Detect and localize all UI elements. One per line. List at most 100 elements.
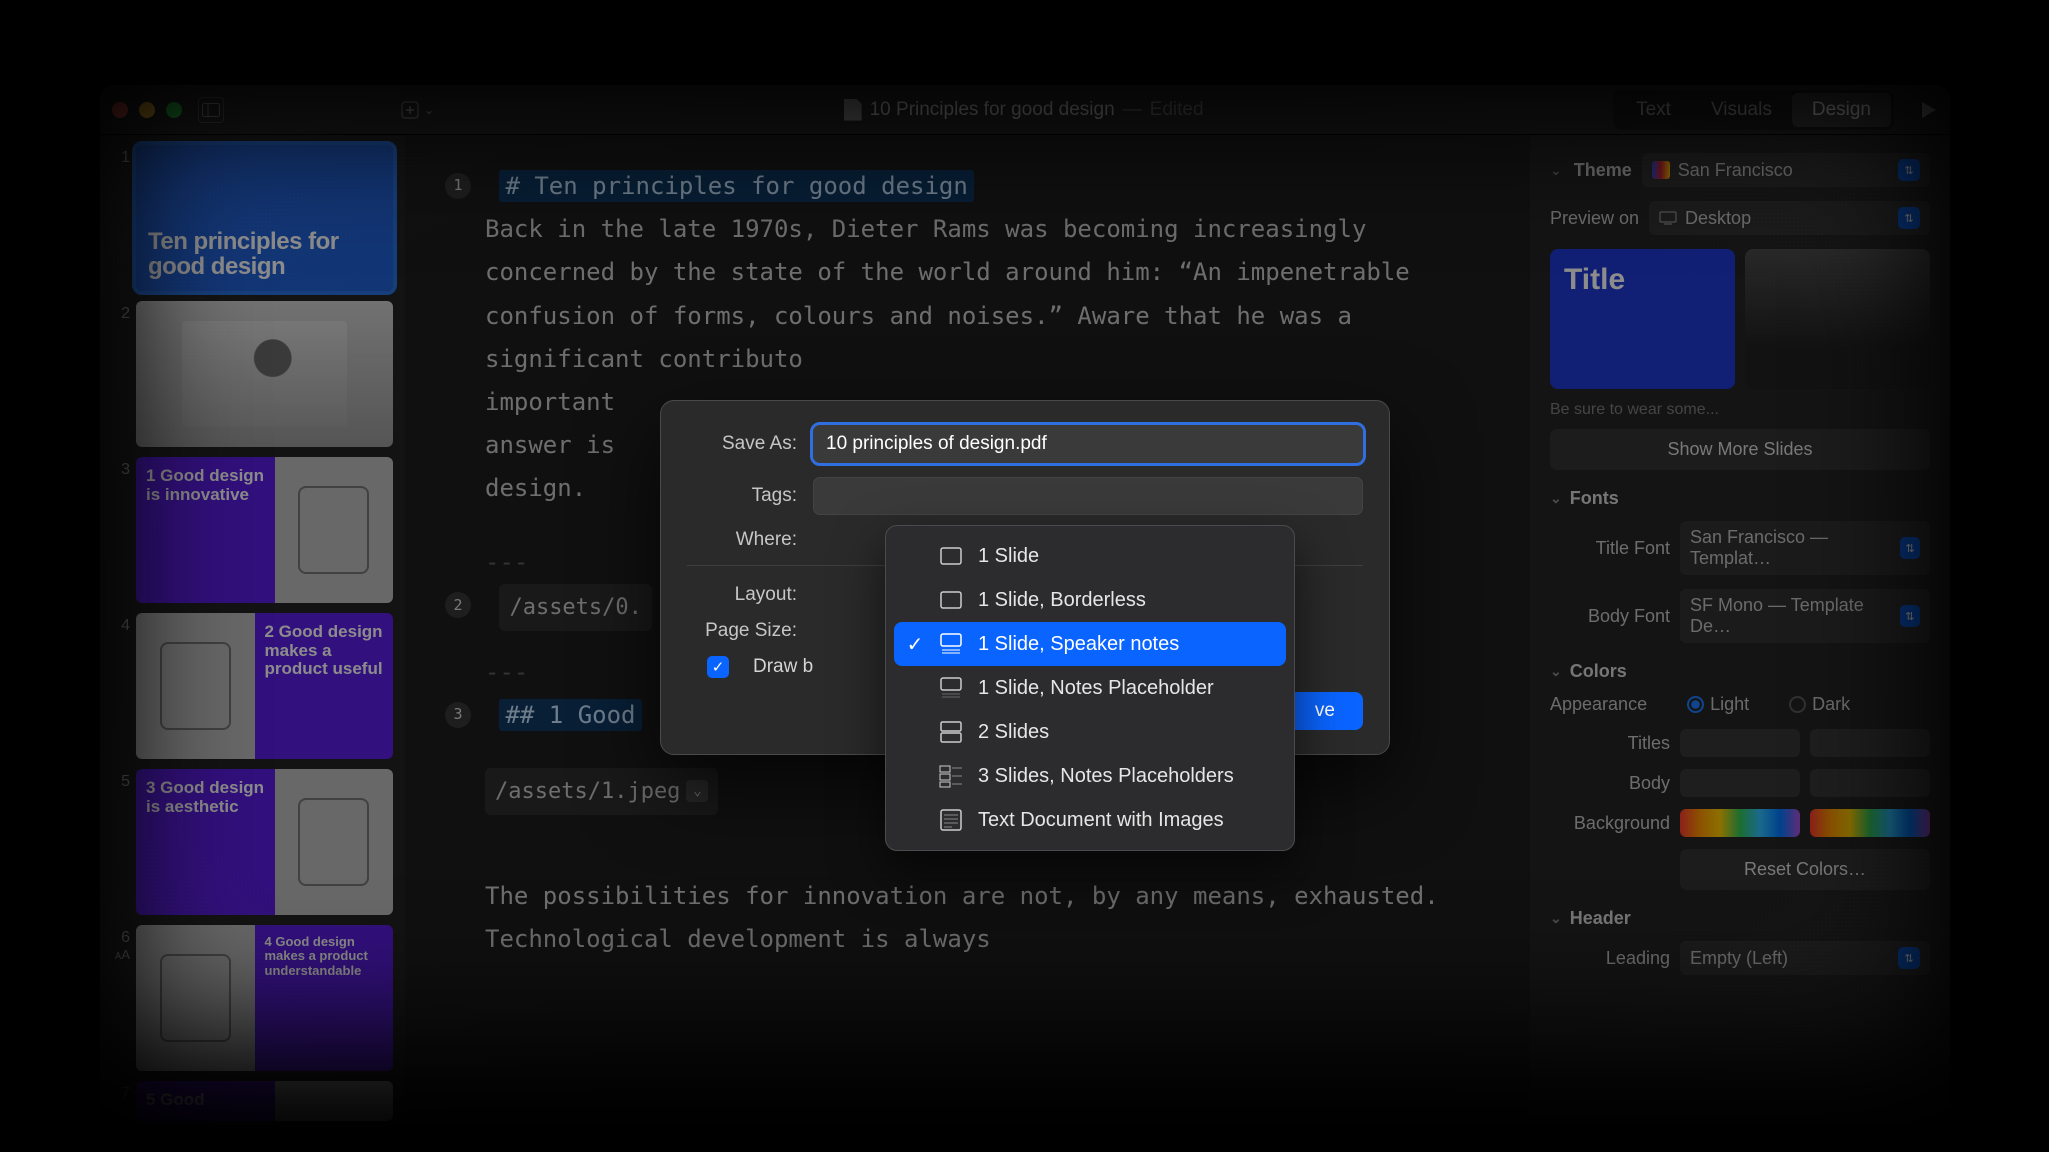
disclosure-icon[interactable]: ⌄: [1550, 490, 1562, 507]
add-slide-button[interactable]: ⌄: [400, 100, 434, 120]
document-title[interactable]: 10 Principles for good design — Edited: [434, 99, 1613, 121]
layout-option[interactable]: Text Document with Images: [894, 798, 1286, 842]
thumb-number: 7: [112, 1081, 130, 1103]
slide-thumbnails: 1 Ten principles for good design 2 3 1 G…: [100, 135, 405, 1125]
thumb-number: 3: [112, 457, 130, 479]
slide-badge: 2: [445, 592, 471, 618]
play-button[interactable]: [1918, 100, 1938, 120]
asset-path: /assets/1.jpeg: [495, 772, 680, 812]
background-color-label: Background: [1550, 813, 1670, 834]
draw-border-checkbox[interactable]: ✓: [707, 656, 729, 678]
show-more-slides-button[interactable]: Show More Slides: [1550, 429, 1930, 470]
layout-label: Layout:: [687, 584, 797, 606]
layout-option-label: 1 Slide, Borderless: [978, 589, 1146, 612]
fonts-section: Fonts: [1570, 488, 1619, 509]
light-label: Light: [1710, 694, 1749, 714]
background-color-swatch-2[interactable]: [1810, 809, 1930, 837]
tab-design[interactable]: Design: [1792, 93, 1891, 127]
preview-hint: Be sure to wear some...: [1550, 401, 1930, 419]
disclosure-icon[interactable]: ⌄: [1550, 663, 1562, 680]
thumb-5[interactable]: 5 3 Good design is aesthetic: [112, 769, 393, 915]
layout-option[interactable]: ✓1 Slide, Speaker notes: [894, 622, 1286, 666]
tab-visuals[interactable]: Visuals: [1691, 93, 1792, 127]
layout-option[interactable]: 3 Slides, Notes Placeholders: [894, 754, 1286, 798]
tab-text[interactable]: Text: [1616, 93, 1691, 127]
save-button[interactable]: ve: [1287, 692, 1363, 730]
draw-border-label: Draw b: [753, 656, 813, 678]
preview-on-label: Preview on: [1550, 208, 1639, 229]
window-controls[interactable]: [112, 102, 182, 118]
minimize-icon[interactable]: [139, 102, 155, 118]
preview-card-image[interactable]: [1745, 249, 1930, 389]
where-label: Where:: [687, 529, 797, 551]
thumb-title: 1 Good design is innovative: [136, 457, 275, 603]
preview-on-select[interactable]: Desktop ⇅: [1649, 201, 1930, 235]
disclosure-icon[interactable]: ⌄: [1550, 910, 1562, 927]
theme-select[interactable]: San Francisco ⇅: [1642, 153, 1930, 187]
edited-indicator: Edited: [1150, 99, 1204, 121]
layout-option-label: 1 Slide, Speaker notes: [978, 633, 1179, 656]
filename-input[interactable]: [813, 425, 1363, 463]
asset-chip[interactable]: /assets/0.: [499, 584, 651, 632]
disclosure-icon[interactable]: ⌄: [1550, 162, 1562, 179]
layout-option[interactable]: 1 Slide: [894, 534, 1286, 578]
thumb-4[interactable]: 4 2 Good design makes a product useful: [112, 613, 393, 759]
titlebar: ⌄ 10 Principles for good design — Edited…: [100, 85, 1950, 135]
titles-color-swatch[interactable]: [1680, 729, 1800, 757]
thumb-2[interactable]: 2: [112, 301, 393, 447]
leading-value: Empty (Left): [1690, 948, 1788, 969]
background-color-swatch[interactable]: [1680, 809, 1800, 837]
titles-color-swatch-2[interactable]: [1810, 729, 1930, 757]
thumb-6[interactable]: 6ᴀA 4 Good design makes a product unders…: [112, 925, 393, 1071]
close-icon[interactable]: [112, 102, 128, 118]
preview-card-title[interactable]: Title: [1550, 249, 1735, 389]
layout-option[interactable]: 2 Slides: [894, 710, 1286, 754]
layout-option[interactable]: 1 Slide, Notes Placeholder: [894, 666, 1286, 710]
tags-label: Tags:: [687, 485, 797, 507]
thumb-1[interactable]: 1 Ten principles for good design: [112, 145, 393, 291]
theme-value: San Francisco: [1678, 160, 1793, 181]
asset-path: /assets/0.: [509, 588, 641, 628]
updown-icon: ⇅: [1900, 537, 1920, 559]
layout-option-label: 1 Slide: [978, 545, 1039, 568]
title-sep: —: [1123, 99, 1142, 121]
colors-section: Colors: [1570, 661, 1627, 682]
chevron-down-icon[interactable]: ⌄: [686, 780, 708, 802]
sidebar-toggle-icon[interactable]: [198, 97, 224, 123]
title-font-value: San Francisco — Templat…: [1690, 527, 1892, 569]
title-font-label: Title Font: [1550, 538, 1670, 559]
title-font-select[interactable]: San Francisco — Templat… ⇅: [1680, 521, 1930, 575]
heading-2: ## 1 Good: [499, 699, 641, 731]
header-section: Header: [1570, 908, 1631, 929]
body-font-select[interactable]: SF Mono — Template De…⇅: [1680, 589, 1930, 643]
radio-light[interactable]: [1687, 696, 1704, 713]
layout-icon: [938, 631, 964, 657]
layout-option[interactable]: 1 Slide, Borderless: [894, 578, 1286, 622]
body-text: The possibilities for innovation are not…: [445, 875, 1490, 961]
panel-switcher[interactable]: Text Visuals Design: [1613, 90, 1894, 130]
thumb-7[interactable]: 7 5 Good: [112, 1081, 393, 1121]
updown-icon: ⇅: [1898, 159, 1920, 181]
thumb-title: 2 Good design makes a product useful: [255, 613, 394, 759]
slide-badge: 3: [445, 702, 471, 728]
layout-option-label: 2 Slides: [978, 721, 1049, 744]
body-color-swatch-2[interactable]: [1810, 769, 1930, 797]
radio-dark[interactable]: [1789, 696, 1806, 713]
body-color-swatch[interactable]: [1680, 769, 1800, 797]
thumb-number: 6: [121, 929, 130, 946]
leading-select[interactable]: Empty (Left)⇅: [1680, 941, 1930, 975]
layout-icon: [938, 763, 964, 789]
leading-label: Leading: [1550, 948, 1670, 969]
reset-colors-button[interactable]: Reset Colors…: [1680, 849, 1930, 890]
thumb-title: 4 Good design makes a product understand…: [255, 925, 394, 1071]
thumb-3[interactable]: 3 1 Good design is innovative: [112, 457, 393, 603]
layout-dropdown[interactable]: 1 Slide 1 Slide, Borderless ✓1 Slide, Spea…: [885, 525, 1295, 851]
thumb-title: 3 Good design is aesthetic: [136, 769, 275, 915]
tags-input[interactable]: [813, 477, 1363, 515]
layout-icon: [938, 807, 964, 833]
layout-icon: [938, 675, 964, 701]
asset-chip[interactable]: /assets/1.jpeg ⌄: [485, 768, 718, 816]
body-font-label: Body Font: [1550, 606, 1670, 627]
zoom-icon[interactable]: [166, 102, 182, 118]
thumb-number: 5: [112, 769, 130, 791]
